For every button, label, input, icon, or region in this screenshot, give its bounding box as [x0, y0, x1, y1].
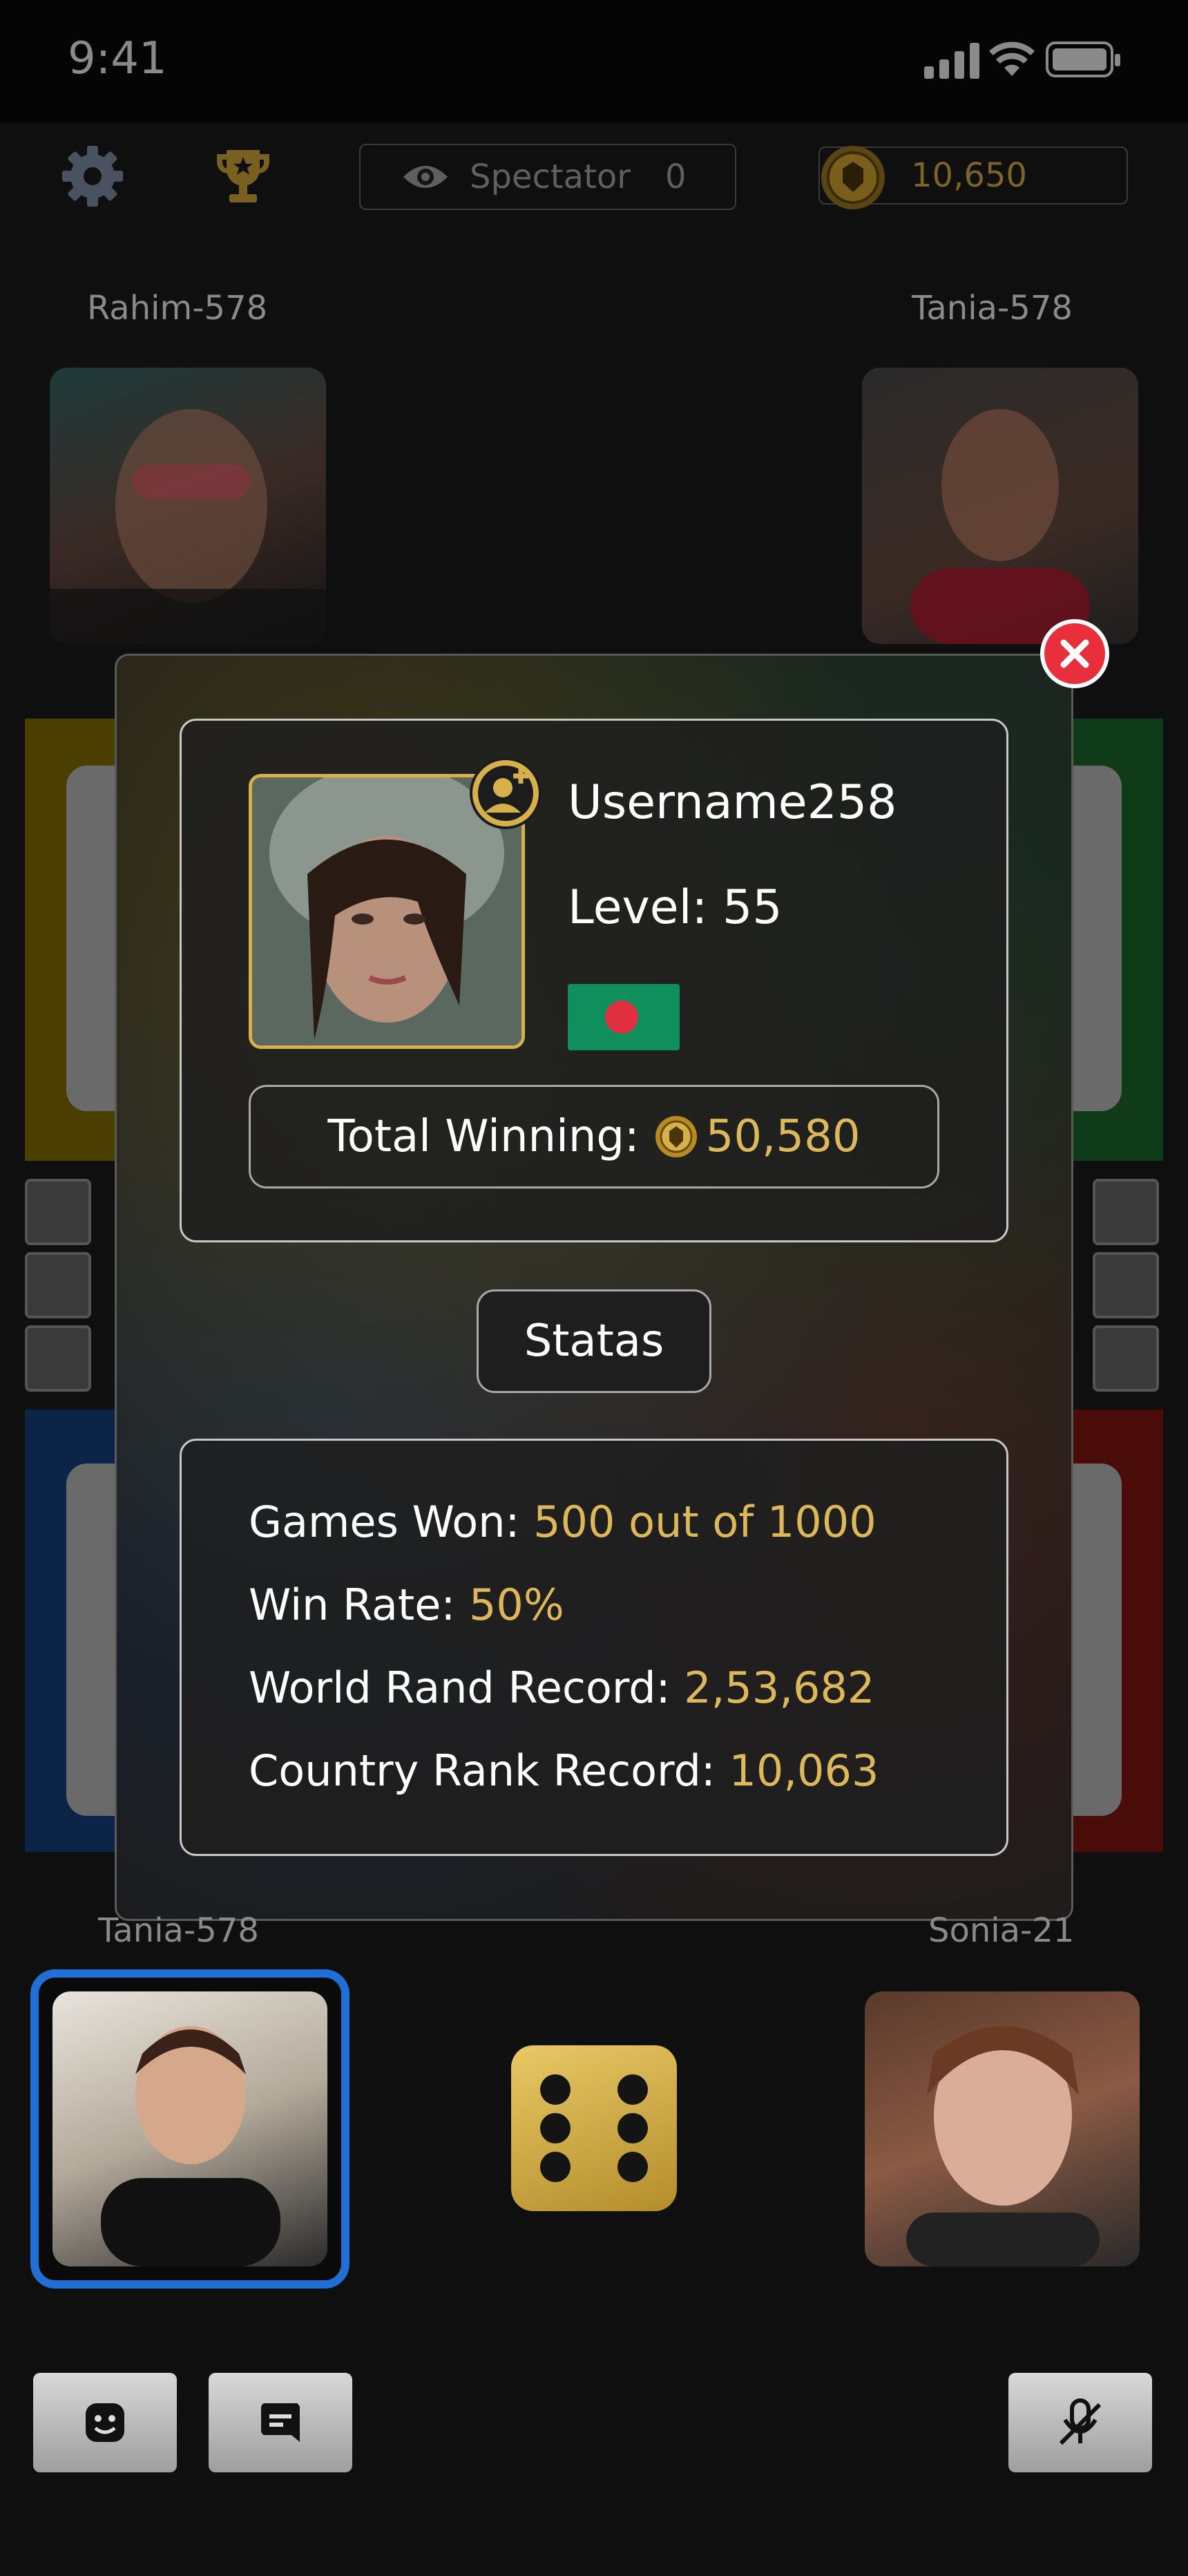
profile-level: Level: 55: [568, 880, 783, 935]
player-name-top-right: Tania-578: [912, 289, 1073, 328]
gear-icon[interactable]: [58, 142, 127, 211]
eye-icon: [403, 166, 448, 188]
player-avatar-top-left[interactable]: [50, 368, 326, 644]
coin-icon: [821, 146, 885, 209]
board-cell: [25, 1252, 91, 1318]
mic-off-icon: [1059, 2398, 1102, 2445]
stat-win-rate: Win Rate: 50%: [249, 1580, 564, 1630]
total-winning: Total Winning: 50,580: [249, 1085, 939, 1188]
stat-games-won: Games Won: 500 out of 1000: [249, 1497, 876, 1547]
spectator-box[interactable]: Spectator 0: [359, 144, 736, 210]
add-friend-icon: [472, 760, 539, 826]
spectator-label: Spectator: [470, 158, 631, 196]
player-photo: [101, 2026, 280, 2266]
emoji-icon: [86, 2403, 124, 2442]
player-avatar-top-right[interactable]: [862, 368, 1138, 644]
stat-label: World Rand Record:: [249, 1663, 684, 1713]
status-bar: 9:41: [0, 0, 1188, 123]
wifi-icon: [989, 41, 1035, 76]
player-photo: [906, 2026, 1100, 2266]
board-cell: [1093, 1252, 1159, 1318]
close-button[interactable]: [1040, 619, 1109, 688]
stat-world-rank: World Rand Record: 2,53,682: [249, 1663, 874, 1713]
stat-value: 10,063: [729, 1745, 879, 1796]
emoji-button[interactable]: [33, 2373, 177, 2472]
country-flag: [568, 984, 680, 1050]
add-friend-button[interactable]: [470, 757, 542, 829]
total-winning-value: 50,580: [705, 1111, 861, 1162]
board-cell: [25, 1325, 91, 1392]
chat-button[interactable]: [209, 2373, 352, 2472]
player-avatar-bottom-left[interactable]: [52, 1991, 327, 2266]
board-cell: [1093, 1179, 1159, 1245]
dice-button[interactable]: [511, 2045, 677, 2211]
player-name-bottom-left: Tania-578: [98, 1911, 259, 1950]
board-cell: [25, 1179, 91, 1245]
stat-label: Win Rate:: [249, 1580, 469, 1630]
statas-button[interactable]: Statas: [477, 1289, 711, 1393]
battery-icon: [1046, 41, 1120, 77]
player-photo: [910, 409, 1090, 644]
total-winning-label: Total Winning:: [327, 1111, 640, 1162]
profile-username: Username258: [568, 775, 897, 830]
player-photo: [50, 409, 326, 644]
stat-value: 2,53,682: [684, 1663, 875, 1713]
stat-label: Games Won:: [249, 1497, 534, 1547]
board-cell: [1093, 1325, 1159, 1392]
spectator-count: 0: [665, 158, 687, 196]
coin-icon: [655, 1116, 697, 1157]
status-time: 9:41: [68, 33, 167, 84]
player-name-bottom-right: Sonia-21: [928, 1911, 1075, 1950]
stat-value: 50%: [468, 1580, 564, 1630]
trophy-icon[interactable]: [209, 142, 278, 211]
close-icon: [1060, 639, 1089, 668]
mute-mic-button[interactable]: [1008, 2373, 1152, 2472]
player-avatar-bottom-right[interactable]: [865, 1991, 1140, 2266]
stat-value: 500 out of 1000: [533, 1497, 876, 1547]
signal-icon: [924, 43, 979, 79]
player-name-top-left: Rahim-578: [87, 289, 268, 328]
coin-balance-value: 10,650: [911, 156, 1027, 195]
stat-country-rank: Country Rank Record: 10,063: [249, 1745, 879, 1796]
chat-icon: [260, 2403, 300, 2442]
stat-label: Country Rank Record:: [249, 1745, 729, 1796]
